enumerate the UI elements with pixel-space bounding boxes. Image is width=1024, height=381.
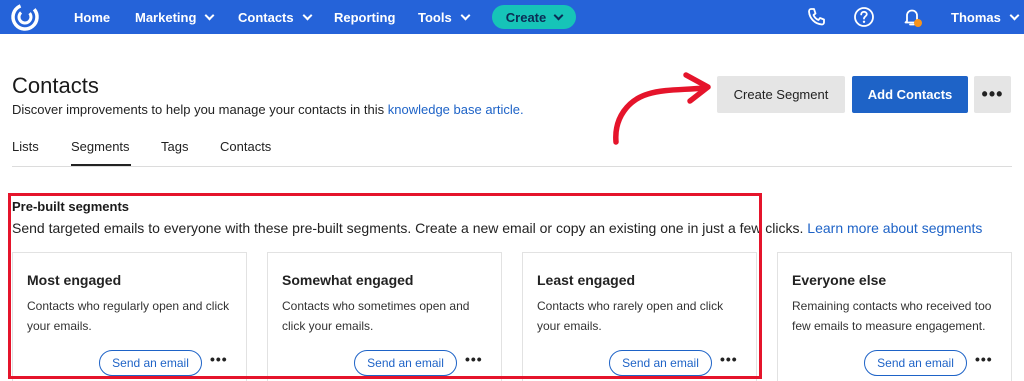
- chevron-down-icon: [1009, 10, 1020, 20]
- phone-icon[interactable]: [803, 4, 829, 30]
- more-dots-icon: •••: [981, 84, 1004, 104]
- send-email-button[interactable]: Send an email: [864, 350, 967, 376]
- learn-more-segments-link[interactable]: Learn more about segments: [807, 220, 982, 236]
- nav-tools[interactable]: Tools: [418, 0, 471, 34]
- page-subtitle-text: Discover improvements to help you manage…: [12, 102, 385, 117]
- segment-card-everyone-else: Everyone else Remaining contacts who rec…: [777, 252, 1012, 381]
- nav-marketing-label: Marketing: [135, 9, 197, 25]
- constant-contact-logo-icon[interactable]: [8, 2, 42, 32]
- nav-home[interactable]: Home: [74, 0, 110, 34]
- nav-reporting-label: Reporting: [334, 9, 396, 25]
- more-options-button[interactable]: •••: [974, 76, 1011, 113]
- nav-tools-label: Tools: [418, 9, 452, 25]
- top-nav: Home Marketing Contacts Reporting Tools …: [0, 0, 1024, 34]
- page-subtitle: Discover improvements to help you manage…: [12, 102, 524, 117]
- bell-icon[interactable]: [899, 4, 925, 30]
- add-contacts-button[interactable]: Add Contacts: [852, 76, 968, 113]
- segment-card-description: Remaining contacts who received too few …: [792, 299, 992, 333]
- notification-dot: [914, 19, 922, 27]
- nav-home-label: Home: [74, 9, 111, 25]
- create-segment-button[interactable]: Create Segment: [717, 76, 845, 113]
- page-title: Contacts: [12, 73, 99, 98]
- tabs-divider: [12, 166, 1012, 167]
- annotation-highlight-box: [8, 193, 762, 379]
- user-menu[interactable]: Thomas: [951, 0, 1020, 34]
- help-icon[interactable]: [851, 4, 877, 30]
- knowledge-base-link[interactable]: knowledge base article.: [388, 102, 524, 117]
- create-button-label: Create: [505, 9, 547, 25]
- nav-contacts[interactable]: Contacts: [238, 0, 313, 34]
- chevron-down-icon: [553, 10, 564, 20]
- tab-tags[interactable]: Tags: [161, 139, 188, 154]
- create-button[interactable]: Create: [492, 5, 576, 29]
- nav-contacts-label: Contacts: [238, 9, 294, 25]
- tab-segments[interactable]: Segments: [71, 139, 130, 154]
- tab-lists[interactable]: Lists: [12, 139, 39, 154]
- chevron-down-icon: [302, 10, 313, 20]
- user-name: Thomas: [951, 9, 1001, 25]
- card-more-options-icon[interactable]: •••: [975, 351, 993, 367]
- nav-reporting[interactable]: Reporting: [334, 0, 395, 34]
- nav-marketing[interactable]: Marketing: [135, 0, 215, 34]
- tab-contacts[interactable]: Contacts: [220, 139, 271, 154]
- chevron-down-icon: [460, 10, 471, 20]
- annotation-arrow-icon: [613, 72, 711, 145]
- segment-card-title: Everyone else: [792, 272, 887, 288]
- chevron-down-icon: [204, 10, 215, 20]
